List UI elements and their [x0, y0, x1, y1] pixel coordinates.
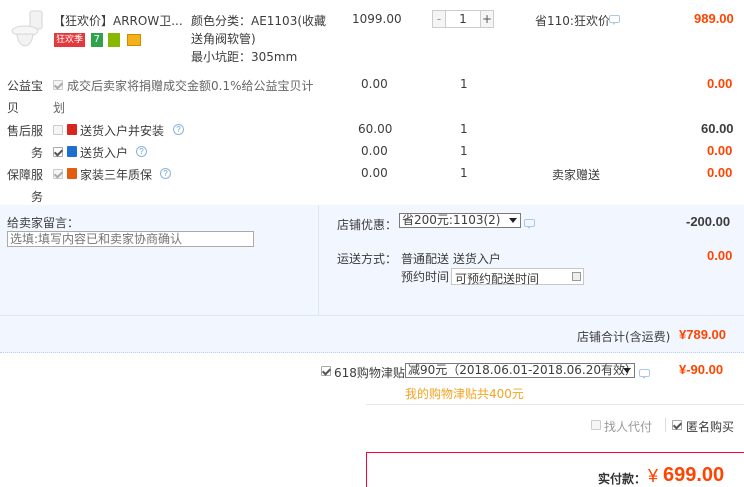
anonymous-checkbox[interactable]	[672, 420, 682, 430]
quantity-stepper: - 1 +	[432, 10, 494, 28]
panel-divider	[318, 205, 319, 315]
chevron-down-icon	[623, 368, 631, 373]
allowance-label: 618购物津贴	[334, 366, 405, 380]
warranty-label: 家装三年质保	[80, 168, 153, 182]
delivery-service-total: 0.00	[707, 143, 733, 158]
warranty-checkbox	[53, 169, 63, 179]
shop-discount-select[interactable]: 省200元:1103(2)	[399, 213, 521, 228]
warranty-help-icon[interactable]: ?	[160, 168, 171, 179]
install-service-qty: 1	[460, 122, 468, 136]
payment-label: 实付款：	[598, 472, 647, 486]
quality-badge-icon	[107, 33, 120, 47]
discount-text: 省110:狂欢价	[535, 14, 610, 28]
card-payment-icon	[126, 34, 141, 46]
charity-price: 0.00	[361, 77, 388, 91]
payment-currency: ¥	[648, 466, 659, 486]
section-aftersale: 售后服	[7, 124, 44, 138]
section-guarantee-cont: 务	[31, 190, 44, 204]
install-service-price: 60.00	[358, 122, 393, 136]
payment-box: 实付款： ¥ 699.00	[366, 452, 744, 487]
proxy-pay-checkbox[interactable]	[591, 420, 601, 430]
section-guarantee: 保障服	[7, 168, 44, 182]
install-service-checkbox[interactable]	[53, 125, 63, 135]
promo-tags: 狂欢季 7	[54, 33, 141, 47]
charity-text-cont: 划	[53, 101, 66, 115]
charity-total: 0.00	[707, 76, 733, 91]
options-separator	[366, 404, 744, 405]
shipping-amount: 0.00	[707, 248, 733, 263]
chevron-down-icon	[509, 218, 517, 223]
calendar-icon	[572, 272, 581, 281]
charity-text: 成交后卖家将捐赠成交金额0.1%给公益宝贝计	[67, 79, 314, 93]
allowance-selected: 减90元（2018.06.01-2018.06.20有效）	[408, 363, 635, 377]
section-charity-cont: 贝	[7, 101, 20, 115]
charity-checkbox	[53, 80, 63, 90]
allowance-amount: ¥-90.00	[679, 362, 724, 377]
shop-discount-selected: 省200元:1103(2)	[402, 213, 501, 227]
warranty-icon	[67, 168, 77, 179]
shipping-time-label: 预约时间	[401, 270, 450, 284]
shop-total-label: 店铺合计(含运费)	[577, 330, 671, 344]
section-aftersale-cont: 务	[31, 146, 44, 160]
install-service-icon	[67, 124, 77, 135]
warranty-price: 0.00	[361, 166, 388, 180]
warranty-qty: 1	[460, 166, 468, 180]
delivery-service-price: 0.00	[361, 144, 388, 158]
item-subtotal: 989.00	[694, 11, 734, 26]
tag-kuanghuanji: 狂欢季	[54, 33, 86, 47]
shop-total-amount: ¥789.00	[679, 327, 726, 342]
shop-discount-label: 店铺优惠：	[337, 218, 398, 232]
product-image[interactable]	[8, 9, 48, 49]
shipping-time-select[interactable]: 可预约配送时间	[451, 268, 584, 286]
message-input[interactable]	[7, 231, 254, 247]
sku-line-3: 最小坑距：305mm	[191, 50, 298, 64]
delivery-service-label: 送货入户	[80, 146, 129, 160]
install-service-total: 60.00	[701, 121, 734, 136]
delivery-service-checkbox[interactable]	[53, 147, 63, 157]
discount-message-icon[interactable]	[609, 15, 620, 25]
section-charity: 公益宝	[7, 79, 44, 93]
delivery-help-icon[interactable]: ?	[136, 146, 147, 157]
anonymous-label: 匿名购买	[686, 420, 735, 434]
delivery-service-qty: 1	[460, 144, 468, 158]
quantity-decrease-button[interactable]: -	[433, 11, 446, 27]
delivery-service-icon	[67, 146, 77, 157]
payment-amount: 699.00	[663, 464, 725, 486]
unit-price: 1099.00	[352, 12, 402, 26]
quantity-input[interactable]: 1	[446, 11, 480, 27]
shipping-method: 普通配送 送货入户	[401, 252, 501, 266]
options-divider	[665, 418, 666, 432]
allowance-message-icon[interactable]	[639, 369, 650, 379]
toilet-icon	[11, 10, 43, 47]
sku-line-1: 颜色分类：AE1103(收藏	[191, 14, 327, 28]
shipping-time-value: 可预约配送时间	[455, 272, 540, 286]
warranty-total: 0.00	[707, 165, 733, 180]
message-label: 给卖家留言：	[7, 216, 80, 230]
shop-discount-message-icon[interactable]	[524, 219, 535, 229]
install-service-label: 送货入户并安装	[80, 124, 165, 138]
warranty-note: 卖家赠送	[552, 168, 601, 182]
charity-qty: 1	[460, 77, 468, 91]
shop-discount-amount: -200.00	[686, 214, 731, 229]
proxy-pay-label: 找人代付	[604, 420, 653, 434]
allowance-checkbox[interactable]	[321, 366, 331, 376]
allowance-note: 我的购物津贴共400元	[405, 387, 524, 401]
install-help-icon[interactable]: ?	[173, 124, 184, 135]
quantity-increase-button[interactable]: +	[480, 11, 493, 27]
product-title-link[interactable]: 【狂欢价】ARROW卫...	[53, 12, 183, 29]
seven-day-return-icon: 7	[90, 33, 103, 47]
sku-line-2: 送角阀软管)	[191, 32, 256, 46]
total-separator	[0, 315, 744, 316]
allowance-select[interactable]: 减90元（2018.06.01-2018.06.20有效）	[405, 363, 635, 378]
shipping-label: 运送方式：	[337, 252, 398, 266]
